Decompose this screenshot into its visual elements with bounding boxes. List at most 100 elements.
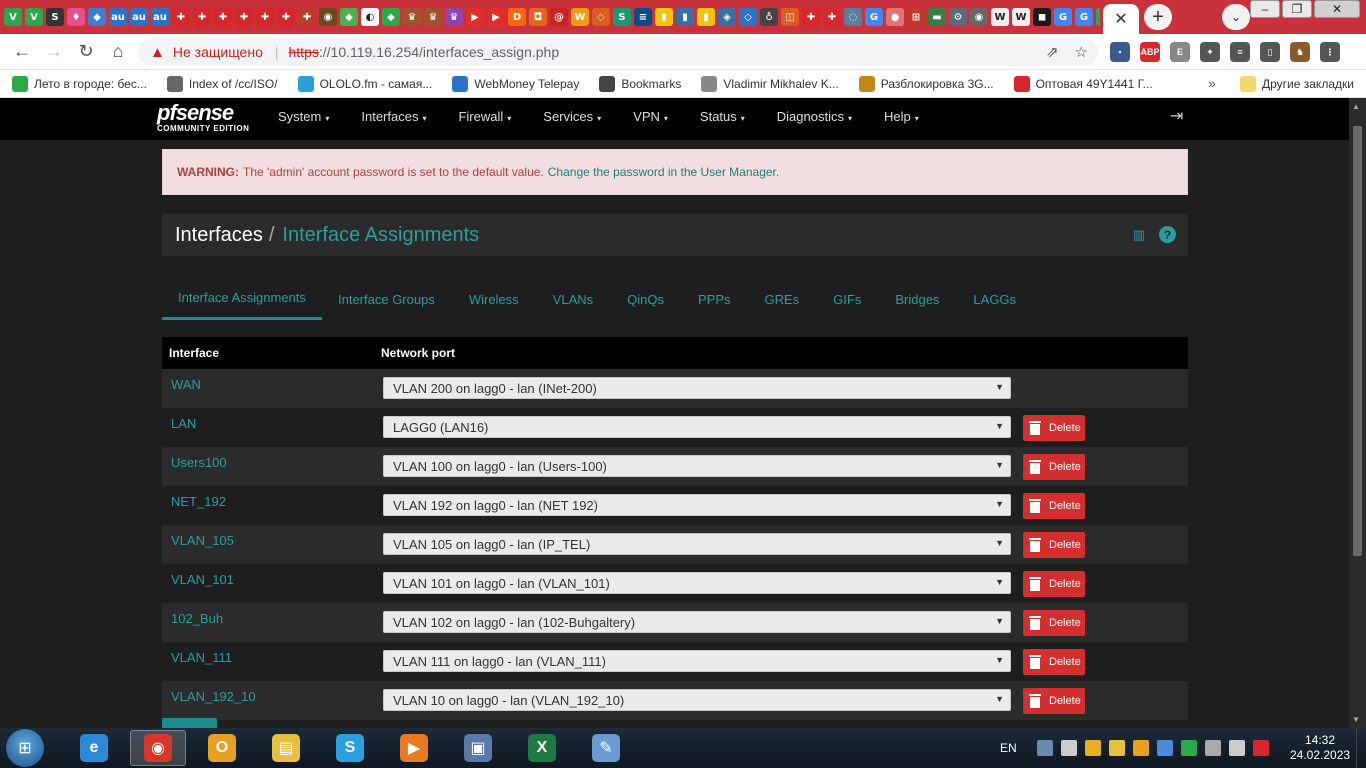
skype-taskbar-button[interactable]: S	[322, 730, 378, 766]
network-port-select[interactable]: VLAN 10 on lagg0 - lan (VLAN_192_10) ▼	[383, 689, 1011, 711]
tab-wireless[interactable]: Wireless	[453, 278, 537, 320]
tab-favicon-7[interactable]: au	[151, 8, 169, 26]
scroll-up-arrow-icon[interactable]: ▲	[1352, 102, 1360, 111]
tab-favicon-32[interactable]: ▮	[676, 8, 694, 26]
close-window-button[interactable]: ✕	[1314, 0, 1360, 18]
tab-favicon-12[interactable]: ✚	[256, 8, 274, 26]
tab-favicon-37[interactable]: ◫	[781, 8, 799, 26]
tab-favicon-21[interactable]: ♛	[445, 8, 463, 26]
tab-favicon-22[interactable]: ▶	[466, 8, 484, 26]
tab-favicon-16[interactable]: ◆	[340, 8, 358, 26]
scroll-thumb[interactable]	[1353, 126, 1362, 556]
bookmark-item[interactable]: WebMoney Telepay	[452, 75, 579, 92]
scroll-down-arrow-icon[interactable]: ▼	[1352, 715, 1360, 724]
tab-favicon-15[interactable]: ◉	[319, 8, 337, 26]
explorer-taskbar-button[interactable]: ▤	[258, 730, 314, 766]
network-port-select[interactable]: VLAN 100 on lagg0 - lan (Users-100) ▼	[383, 455, 1011, 477]
check-tray-icon[interactable]	[1180, 740, 1197, 756]
start-button[interactable]: ⊞	[6, 729, 44, 767]
breadcrumb-current[interactable]: Interface Assignments	[282, 224, 479, 247]
interface-link[interactable]: LAN	[162, 408, 374, 431]
tab-favicon-50[interactable]: G	[1054, 8, 1072, 26]
tab-gres[interactable]: GREs	[749, 278, 818, 320]
menu-item-system[interactable]: System ▾	[268, 109, 339, 124]
translate-extension-icon[interactable]: E	[1170, 42, 1190, 62]
delete-button[interactable]: Delete	[1023, 532, 1085, 558]
tab-interface-assignments[interactable]: Interface Assignments	[162, 278, 322, 320]
menu-item-help[interactable]: Help ▾	[874, 109, 929, 124]
network-port-select[interactable]: VLAN 105 on lagg0 - lan (IP_TEL) ▼	[383, 533, 1011, 555]
tab-favicon-23[interactable]: ▶	[487, 8, 505, 26]
chrome-taskbar-button[interactable]: ◉	[130, 730, 186, 766]
network-port-select[interactable]: VLAN 111 on lagg0 - lan (VLAN_111) ▼	[383, 650, 1011, 672]
tab-favicon-49[interactable]: ◼	[1033, 8, 1051, 26]
puzzle-extension-icon[interactable]: ✦	[1200, 42, 1220, 62]
tab-favicon-8[interactable]: ✚	[172, 8, 190, 26]
bookmark-item[interactable]: Разблокировка 3G...	[858, 75, 994, 92]
network-port-select[interactable]: VLAN 101 on lagg0 - lan (VLAN_101) ▼	[383, 572, 1011, 594]
delete-button[interactable]: Delete	[1023, 454, 1085, 480]
device-tray-icon[interactable]	[1204, 740, 1221, 756]
tab-favicon-0[interactable]: V	[4, 8, 22, 26]
share-icon[interactable]: ⇗	[1046, 43, 1059, 61]
tab-favicon-31[interactable]: ▮	[655, 8, 673, 26]
tab-favicon-14[interactable]: ✚	[298, 8, 316, 26]
warning-icon[interactable]: ▲	[150, 44, 165, 61]
network-port-select[interactable]: VLAN 102 on lagg0 - lan (102-Buhgaltery)…	[383, 611, 1011, 633]
tab-favicon-39[interactable]: ✚	[823, 8, 841, 26]
settings-tray-icon[interactable]	[1132, 740, 1149, 756]
tab-favicon-38[interactable]: ✚	[802, 8, 820, 26]
back-button[interactable]: ←	[6, 36, 38, 68]
adblock-extension-icon[interactable]: ABP	[1140, 42, 1160, 62]
tab-favicon-33[interactable]: ▮	[697, 8, 715, 26]
menu-item-services[interactable]: Services ▾	[533, 109, 611, 124]
network-port-select[interactable]: LAGG0 (LAN16) ▼	[383, 416, 1011, 438]
tab-favicon-42[interactable]: ●	[886, 8, 904, 26]
active-tab[interactable]: ✕	[1103, 4, 1139, 34]
tab-favicon-41[interactable]: G	[865, 8, 883, 26]
tab-favicon-11[interactable]: ✚	[235, 8, 253, 26]
bookmark-item[interactable]: Index of /cc/ISO/	[166, 75, 278, 92]
bookmark-item[interactable]: OLOLO.fm - самая...	[297, 75, 432, 92]
forward-button[interactable]: →	[38, 36, 70, 68]
tab-favicon-6[interactable]: au	[130, 8, 148, 26]
signal-tray-icon[interactable]	[1060, 740, 1077, 756]
volume-tray-icon[interactable]	[1228, 740, 1245, 756]
home-button[interactable]: ⌂	[102, 36, 134, 68]
outlook-taskbar-button[interactable]: O	[194, 730, 250, 766]
tab-favicon-25[interactable]: ◘	[529, 8, 547, 26]
profile-avatar-icon[interactable]: ♞	[1290, 42, 1310, 62]
pfsense-logo[interactable]: pfsense COMMUNITY EDITION	[157, 102, 249, 134]
tab-favicon-35[interactable]: ◇	[739, 8, 757, 26]
sync-tray-icon[interactable]	[1156, 740, 1173, 756]
network-tray-icon[interactable]	[1036, 740, 1053, 756]
tab-favicon-51[interactable]: G	[1075, 8, 1093, 26]
tab-favicon-20[interactable]: ♛	[424, 8, 442, 26]
tab-favicon-34[interactable]: ◈	[718, 8, 736, 26]
menu-item-interfaces[interactable]: Interfaces ▾	[351, 109, 436, 124]
network-port-select[interactable]: VLAN 192 on lagg0 - lan (NET 192) ▼	[383, 494, 1011, 516]
tab-favicon-43[interactable]: ⊞	[907, 8, 925, 26]
show-desktop-button[interactable]	[1356, 728, 1366, 768]
reload-button[interactable]: ↻	[70, 36, 102, 68]
page-scrollbar[interactable]: ▲ ▼	[1349, 98, 1366, 728]
chrome-menu-icon[interactable]: ⋮	[1320, 42, 1340, 62]
change-password-link[interactable]: Change the password in the User Manager.	[548, 165, 779, 179]
tab-favicon-5[interactable]: au	[109, 8, 127, 26]
tab-favicon-45[interactable]: ⚙	[949, 8, 967, 26]
delete-button[interactable]: Delete	[1023, 415, 1085, 441]
address-bar[interactable]: ▲ Не защищено | https ://10.119.16.254/i…	[138, 38, 1098, 66]
tab-favicon-24[interactable]: D	[508, 8, 526, 26]
tab-favicon-36[interactable]: ♁	[760, 8, 778, 26]
maximize-button[interactable]: ❐	[1282, 0, 1312, 18]
tab-favicon-30[interactable]: ≡	[634, 8, 652, 26]
paint-taskbar-button[interactable]: ✎	[578, 730, 634, 766]
help-icon[interactable]: ?	[1159, 226, 1176, 243]
side-panel-icon[interactable]: ▯	[1260, 42, 1280, 62]
other-bookmarks-folder[interactable]: Другие закладки	[1240, 76, 1354, 92]
tab-favicon-18[interactable]: ◆	[382, 8, 400, 26]
interface-link[interactable]: Users100	[162, 447, 374, 470]
media-player-taskbar-button[interactable]: ▶	[386, 730, 442, 766]
tab-search-button[interactable]: ⌄	[1222, 4, 1250, 30]
tab-favicon-52[interactable]: ☺	[1096, 8, 1100, 26]
